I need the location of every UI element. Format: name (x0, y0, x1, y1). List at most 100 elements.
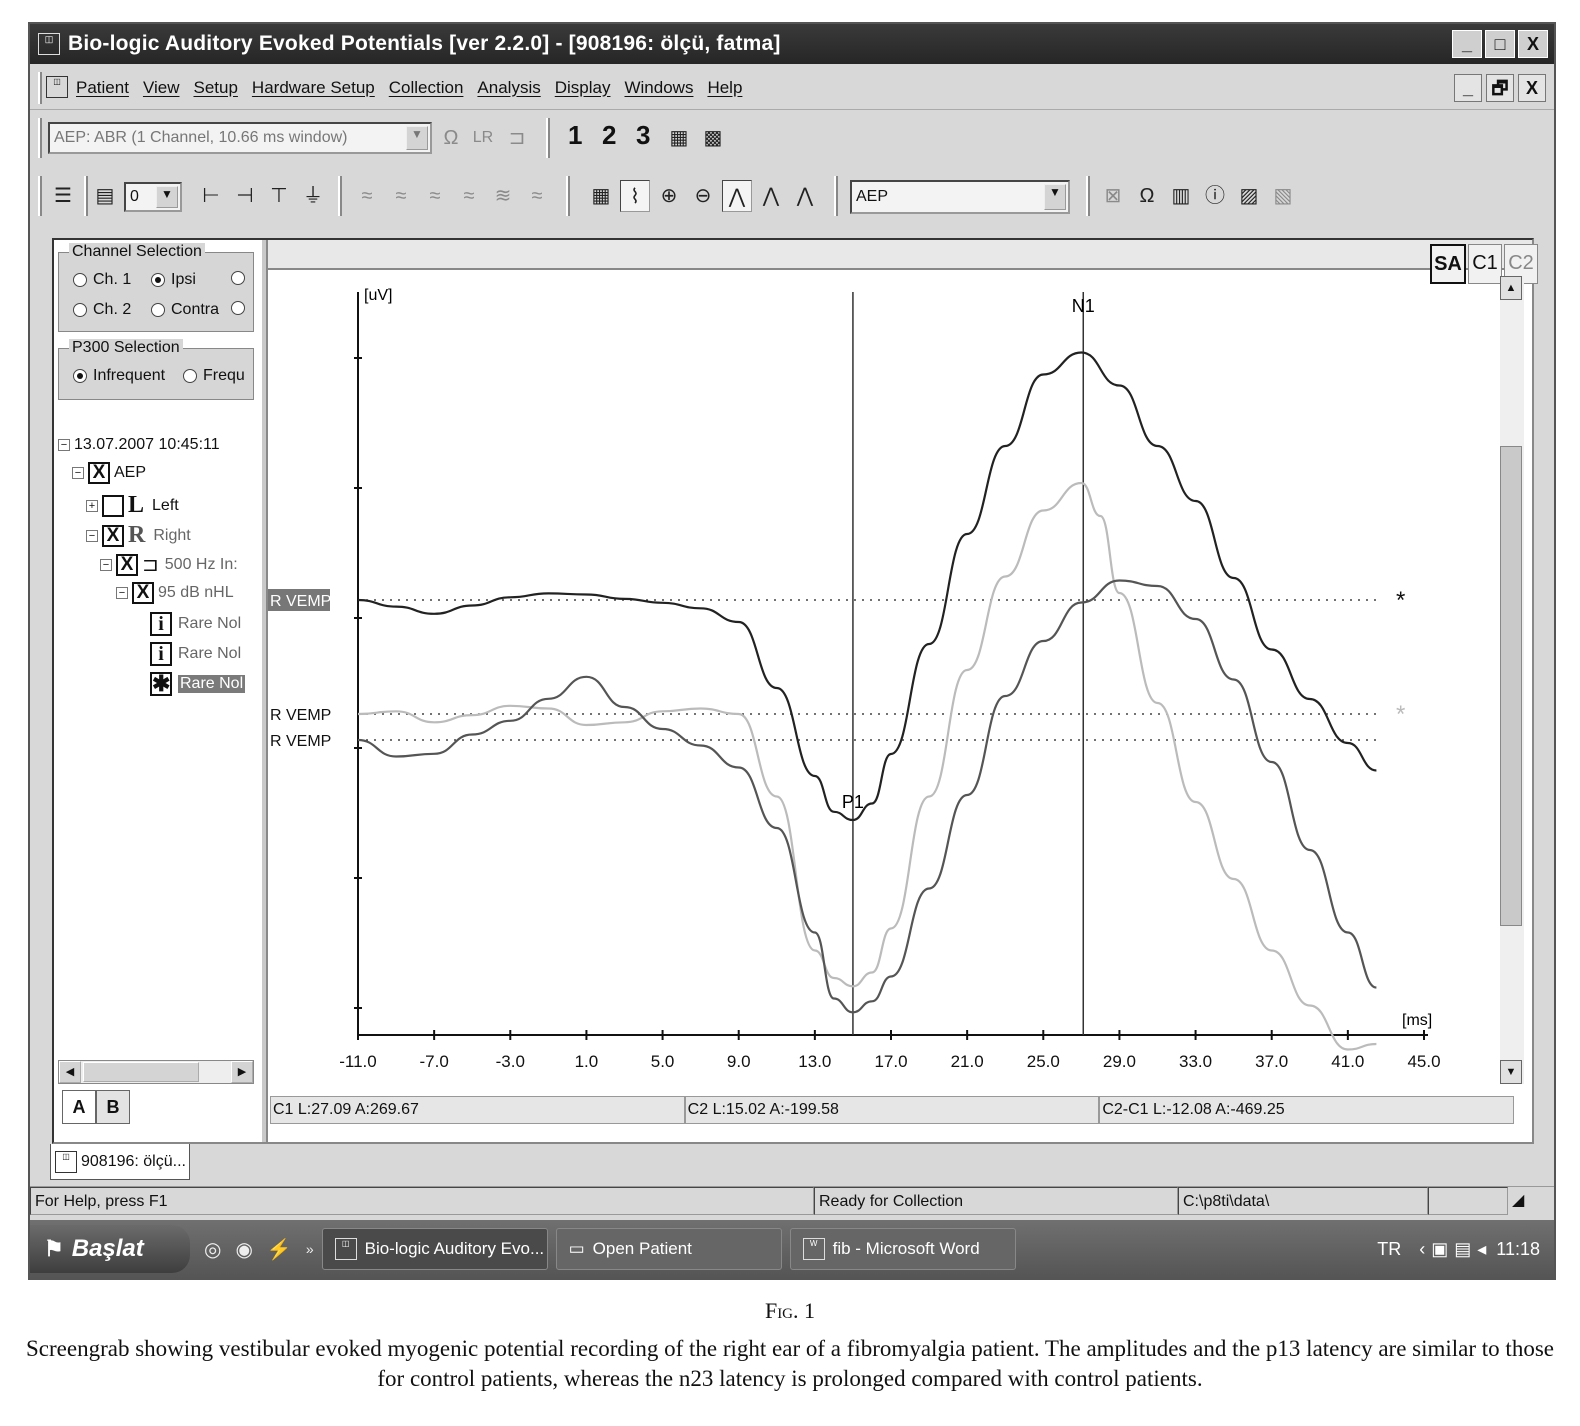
tree-node-left[interactable]: + X L Left (86, 492, 179, 519)
resize-grip-icon[interactable]: ◢ (1508, 1187, 1552, 1215)
page-spin[interactable]: 0 ▼ (124, 182, 182, 212)
doc-minimize-button[interactable]: _ (1454, 74, 1482, 102)
task-button-word[interactable]: W fib - Microsoft Word (789, 1228, 1016, 1270)
tree-node-record-3[interactable]: ✱ Rare Nol (150, 672, 258, 696)
radio-ch2[interactable]: Ch. 2 (73, 301, 131, 319)
task-button-biologic[interactable]: ◫ Bio-logic Auditory Evo... (321, 1228, 548, 1270)
compare-icon[interactable]: ▨ (1234, 180, 1264, 212)
report-icon[interactable]: ▥ (1166, 180, 1196, 212)
menu-display[interactable]: Display (555, 78, 611, 98)
collapse-icon[interactable]: − (100, 558, 112, 571)
grid-icon[interactable]: ▦ (586, 180, 616, 212)
page-icon[interactable]: ▤ (90, 180, 120, 212)
checked-box-icon[interactable]: X (116, 553, 138, 576)
transducer-icon[interactable]: ⊐ (502, 122, 532, 154)
wave-filter-icon[interactable]: ≈ (522, 180, 552, 212)
radio-extra-2[interactable] (231, 301, 251, 315)
doc-restore-button[interactable]: 🗗 (1486, 74, 1514, 102)
channel-2-button[interactable]: 2 (602, 120, 616, 151)
radio-infrequent[interactable]: Infrequent (73, 367, 165, 385)
tree-node-session[interactable]: − 13.07.2007 10:45:11 (58, 436, 220, 454)
zoom-out-icon[interactable]: ⊖ (688, 180, 718, 212)
peak-marker-icon[interactable]: ⋀ (722, 180, 752, 212)
checked-box-icon[interactable]: X (88, 462, 110, 484)
waveform-icon[interactable]: ⌇ (620, 180, 650, 212)
chevron-down-icon[interactable]: ▼ (156, 186, 178, 208)
quicklaunch-icon[interactable]: ⚡ (267, 1237, 292, 1262)
filter-icon[interactable]: ⏚ (298, 180, 328, 212)
close-button[interactable]: X (1518, 30, 1548, 58)
menu-help[interactable]: Help (707, 78, 742, 98)
scroll-left-icon[interactable]: ◀ (59, 1061, 81, 1083)
menu-patient[interactable]: Patient (76, 78, 129, 98)
wave-smooth-icon[interactable]: ≋ (488, 180, 518, 212)
peak-table-icon[interactable]: ⋀ (790, 180, 820, 212)
collapse-icon[interactable]: − (86, 529, 98, 542)
chevron-down-icon[interactable]: ▼ (406, 126, 428, 150)
task-button-open-patient[interactable]: ▭ Open Patient (555, 1228, 782, 1270)
channel-1-button[interactable]: 1 (568, 120, 582, 151)
wave-invert-icon[interactable]: ≈ (454, 180, 484, 212)
ear-lr-icon[interactable]: LR (468, 122, 498, 154)
tree-node-aep[interactable]: − X AEP (72, 462, 146, 484)
menu-view[interactable]: View (143, 78, 180, 98)
tray-expand-icon[interactable]: ‹ (1419, 1239, 1425, 1260)
tray-app-icon[interactable]: ▣ (1431, 1239, 1448, 1260)
plot-vertical-scrollbar[interactable]: ▲ ▼ (1500, 276, 1524, 1084)
clock[interactable]: 11:18 (1496, 1239, 1540, 1260)
expand-icon[interactable]: + (86, 499, 98, 512)
headphone-icon[interactable]: Ω (436, 122, 466, 154)
title-bar[interactable]: ◫ Bio-logic Auditory Evoked Potentials [… (30, 24, 1554, 64)
scroll-thumb[interactable] (83, 1062, 199, 1082)
multi-channel-icon[interactable]: ▦ (664, 122, 694, 154)
radio-frequent[interactable]: Frequ (183, 367, 253, 385)
tree-node-stimulus[interactable]: − X ⊐ 500 Hz In: (100, 552, 258, 577)
tray-network-icon[interactable]: ▤ (1454, 1239, 1471, 1260)
mode-select[interactable]: AEP ▼ (850, 180, 1070, 214)
collapse-icon[interactable]: − (58, 439, 70, 451)
tree-node-record-2[interactable]: i Rare Nol (150, 642, 258, 666)
peak-label-icon[interactable]: ⋀ (756, 180, 786, 212)
radio-ch1[interactable]: Ch. 1 (73, 271, 131, 289)
info-icon[interactable]: ⓘ (1200, 180, 1230, 212)
channel-3-button[interactable]: 3 (636, 120, 650, 151)
waveform-chart[interactable]: -11.0 -7.0 -3.0 1.0 5.0 9.0 13.0 17.0 21.0 25.0 29… (268, 240, 1498, 1090)
tab-a[interactable]: A (62, 1090, 96, 1124)
chevron-right-icon[interactable]: » (306, 1241, 314, 1257)
channel-grid-icon[interactable]: ▩ (698, 122, 728, 154)
checked-box-icon[interactable]: X (102, 524, 124, 547)
cursor-mark-icon[interactable]: ⊤ (264, 180, 294, 212)
wave-add-icon[interactable]: ≈ (352, 180, 382, 212)
chevron-down-icon[interactable]: ▼ (1044, 184, 1066, 210)
tree-node-right[interactable]: − X R Right (86, 522, 191, 549)
zoom-in-icon[interactable]: ⊕ (654, 180, 684, 212)
tree-horizontal-scrollbar[interactable]: ◀ ▶ (58, 1060, 254, 1084)
collapse-icon[interactable]: − (72, 467, 84, 479)
scroll-up-icon[interactable]: ▲ (1500, 276, 1522, 300)
radio-ipsi[interactable]: Ipsi (151, 271, 196, 289)
document-tab[interactable]: ◫ 908196: ölçü... (50, 1144, 190, 1180)
radio-contra[interactable]: Contra (151, 301, 219, 319)
scroll-right-icon[interactable]: ▶ (231, 1061, 253, 1083)
menu-setup[interactable]: Setup (193, 78, 237, 98)
headphones-icon[interactable]: Ω (1132, 180, 1162, 212)
unchecked-box-icon[interactable]: X (102, 494, 124, 517)
wave-subtract-icon[interactable]: ≈ (386, 180, 416, 212)
list-indent-icon[interactable]: ☰ (48, 180, 78, 212)
menu-windows[interactable]: Windows (624, 78, 693, 98)
doc-close-button[interactable]: X (1518, 74, 1546, 102)
start-button[interactable]: ⚑ Başlat (30, 1225, 190, 1273)
tray-volume-icon[interactable]: ◂ (1477, 1239, 1486, 1260)
tree-node-level[interactable]: − X 95 dB nHL (116, 582, 258, 604)
cursor-right-icon[interactable]: ⊣ (230, 180, 260, 212)
collapse-icon[interactable]: − (116, 587, 128, 599)
calibration-icon[interactable]: ⊠ (1098, 180, 1128, 212)
scroll-down-icon[interactable]: ▼ (1500, 1060, 1522, 1084)
tab-b[interactable]: B (96, 1090, 130, 1124)
menu-analysis[interactable]: Analysis (477, 78, 540, 98)
media-icon[interactable]: ◉ (235, 1237, 252, 1262)
scroll-thumb[interactable] (1500, 446, 1522, 926)
checked-box-icon[interactable]: X (132, 582, 154, 604)
browser-icon[interactable]: ◎ (204, 1237, 221, 1262)
minimize-button[interactable]: _ (1452, 30, 1482, 58)
